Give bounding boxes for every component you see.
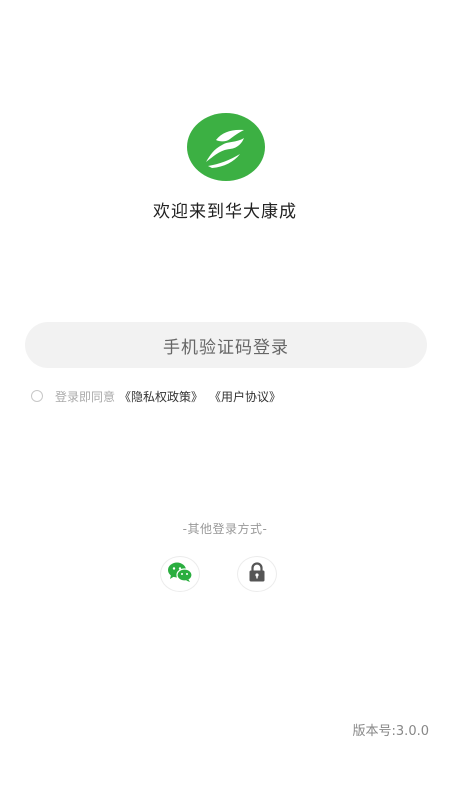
user-agreement-link[interactable]: 《用户协议》: [209, 388, 281, 405]
agree-radio[interactable]: [31, 390, 43, 402]
welcome-title: 欢迎来到华大康成: [153, 202, 297, 222]
sms-login-button[interactable]: 手机验证码登录: [25, 322, 427, 368]
version-label: 版本号:3.0.0: [352, 724, 429, 739]
password-login-button[interactable]: [237, 556, 277, 592]
wechat-icon: [167, 561, 193, 587]
app-logo-icon: [186, 112, 266, 182]
other-login-label: -其他登录方式-: [182, 522, 268, 536]
agreement-prefix: 登录即同意: [55, 389, 116, 404]
privacy-policy-link[interactable]: 《隐私权政策》: [119, 388, 203, 405]
agreement-row: 登录即同意 《隐私权政策》 《用户协议》: [31, 387, 287, 405]
lock-icon: [248, 562, 266, 586]
wechat-login-button[interactable]: [160, 556, 200, 592]
